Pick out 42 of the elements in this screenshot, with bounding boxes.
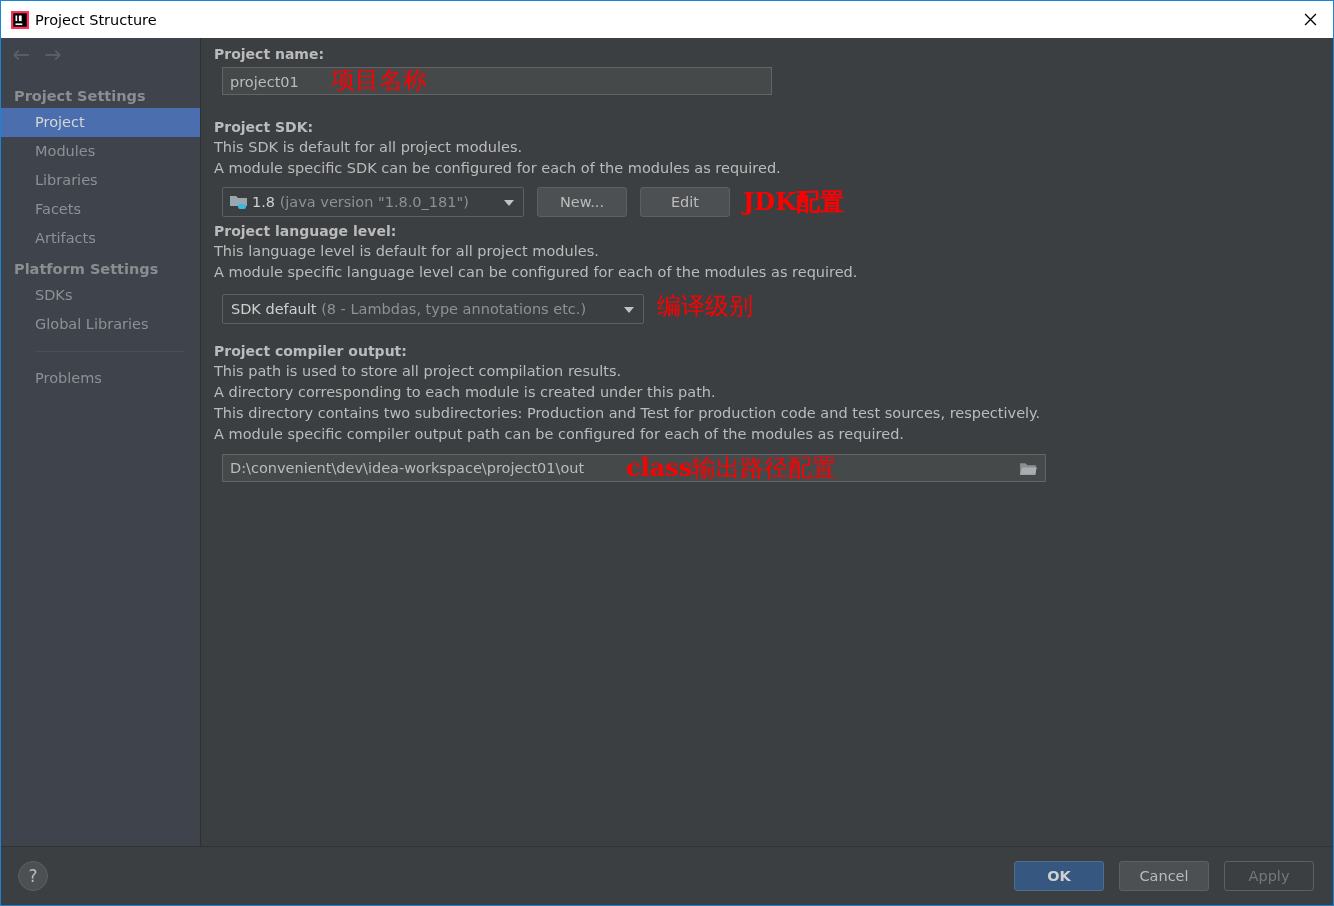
dialog-button[interactable]: OK xyxy=(1014,861,1104,891)
language-level-dropdown[interactable]: SDK default (8 - Lambdas, type annotations etc.) xyxy=(222,294,644,324)
dialog-button[interactable]: New... xyxy=(537,187,627,217)
annotation-text: 项目名称 xyxy=(331,65,427,96)
description-text: This directory contains two subdirectories: Production and Test for production code and test sources, respectively. xyxy=(214,404,1042,423)
dialog-button[interactable]: Edit xyxy=(640,187,730,217)
dropdown-caret-icon xyxy=(624,307,634,313)
sidebar-item[interactable]: Global Libraries xyxy=(1,310,200,339)
field-label: Project language level: xyxy=(214,222,398,241)
folder-cup-icon xyxy=(229,194,249,210)
sidebar-item[interactable]: Problems xyxy=(1,364,200,393)
sidebar-item[interactable]: SDKs xyxy=(1,281,200,310)
sidebar-item[interactable]: Modules xyxy=(1,137,200,166)
field-label: Project compiler output: xyxy=(214,342,408,361)
annotation-text: JDK配置 xyxy=(743,186,845,218)
field-label: Project name: xyxy=(214,45,326,64)
description-text: A module specific compiler output path can be configured for each of the modules as required. xyxy=(214,425,905,444)
dropdown-caret-icon xyxy=(504,200,514,206)
description-text: A directory corresponding to each module is created under this path. xyxy=(214,383,717,402)
sidebar-section-title: Platform Settings xyxy=(13,260,160,279)
output-path-field[interactable]: D:\convenient\dev\idea-workspace\project01\out class输出路径配置 xyxy=(222,454,1046,482)
close-icon[interactable] xyxy=(1304,13,1317,26)
sidebar-item[interactable]: Artifacts xyxy=(1,224,200,253)
help-button[interactable]: ? xyxy=(18,861,48,891)
sidebar-item[interactable]: Libraries xyxy=(1,166,200,195)
annotation-text: 编译级别 xyxy=(657,291,753,322)
sidebar-item[interactable]: Project xyxy=(1,108,200,137)
description-text: This path is used to store all project compilation results. xyxy=(214,362,623,381)
dialog-button[interactable]: Cancel xyxy=(1119,861,1209,891)
sdk-dropdown[interactable]: 1.8 (java version "1.8.0_181") xyxy=(222,187,524,217)
window-title: Project Structure xyxy=(35,11,158,28)
field-label: Project SDK: xyxy=(214,118,315,137)
path-text: D:\convenient\dev\idea-workspace\project01\out xyxy=(230,459,586,478)
sidebar-item[interactable]: Facets xyxy=(1,195,200,224)
description-text: This language level is default for all project modules. xyxy=(214,242,600,261)
annotation-text: class输出路径配置 xyxy=(626,454,837,482)
app-logo-icon xyxy=(11,10,29,29)
folder-icon[interactable] xyxy=(1019,460,1038,476)
description-text: This SDK is default for all project modules. xyxy=(214,138,524,157)
description-text: A module specific language level can be configured for each of the modules as required. xyxy=(214,263,859,282)
sidebar-section-title: Project Settings xyxy=(13,87,147,106)
description-text: A module specific SDK can be configured for each of the modules as required. xyxy=(214,159,782,178)
